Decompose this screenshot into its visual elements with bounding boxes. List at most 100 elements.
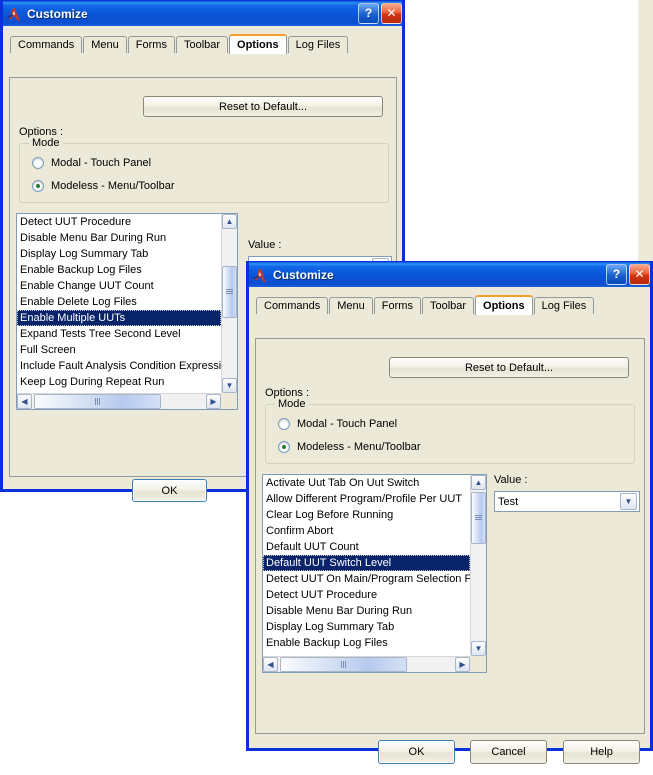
options-listbox[interactable]: Detect UUT Procedure Disable Menu Bar Dur… (16, 213, 238, 410)
scroll-right-icon[interactable]: ▶ (455, 657, 470, 672)
scroll-grip-icon (94, 398, 101, 405)
app-icon (251, 266, 269, 284)
radio-modeless-menu-toolbar[interactable]: Modeless - Menu/Toolbar (278, 441, 421, 453)
tab-options[interactable]: Options (475, 295, 533, 315)
help-glyph: ? (612, 266, 621, 281)
tab-commands[interactable]: Commands (256, 297, 329, 314)
listbox-vertical-scrollbar[interactable]: ▲ ▼ (470, 475, 486, 656)
ok-button[interactable]: OK (378, 740, 455, 764)
horizontal-scroll-thumb[interactable] (34, 394, 161, 409)
list-item[interactable]: Disable Menu Bar During Run (263, 603, 470, 619)
list-item[interactable]: Clear Log Before Running (263, 507, 470, 523)
tab-toolbar[interactable]: Toolbar (421, 297, 475, 314)
cancel-button[interactable]: Cancel (470, 740, 547, 764)
list-item[interactable]: Enable Multiple UUTs (17, 310, 221, 326)
list-item[interactable]: Enable Change UUT Count (17, 278, 221, 294)
list-item-label: Detect UUT Procedure (266, 589, 378, 601)
window1-titlebar[interactable]: Customize ? ✕ (1, 1, 404, 26)
list-item[interactable]: Confirm Abort (263, 523, 470, 539)
help-icon[interactable]: ? (358, 3, 379, 24)
list-item[interactable]: Detect UUT Procedure (263, 587, 470, 603)
window2-options-page: Reset to Default... Options : Mode Modal… (255, 338, 645, 734)
scroll-grip-icon (226, 289, 233, 295)
list-item-label: Enable Backup Log Files (266, 637, 388, 649)
list-item[interactable]: Enable Delete Log Files (17, 294, 221, 310)
value-combobox[interactable]: Test ▼ (494, 491, 640, 512)
list-item[interactable]: Expand Tests Tree Second Level (17, 326, 221, 342)
list-item-label: Default UUT Switch Level (266, 557, 392, 569)
window1-tabstrip: Commands Menu Forms Toolbar Options Log … (9, 33, 396, 54)
list-item[interactable]: Activate Uut Tab On Uut Switch (263, 475, 470, 491)
tab-commands[interactable]: Commands (10, 36, 83, 53)
help-glyph: ? (364, 5, 373, 20)
tab-log-files[interactable]: Log Files (533, 297, 595, 314)
vertical-scroll-thumb[interactable] (222, 266, 237, 318)
horizontal-scroll-thumb[interactable] (280, 657, 407, 672)
cancel-label: Cancel (491, 746, 526, 758)
tab-forms[interactable]: Forms (373, 297, 421, 314)
list-item-label: Disable Menu Bar During Run (20, 232, 167, 244)
reset-to-default-button[interactable]: Reset to Default... (143, 96, 383, 117)
close-glyph: ✕ (386, 5, 397, 20)
close-icon[interactable]: ✕ (381, 3, 402, 24)
ok-button[interactable]: OK (132, 479, 207, 502)
tab-forms[interactable]: Forms (127, 36, 175, 53)
mode-groupbox: Mode Modal - Touch Panel Modeless - Menu… (265, 398, 635, 464)
mode-groupbox-title: Mode (29, 137, 63, 149)
list-item[interactable]: Enable Backup Log Files (17, 262, 221, 278)
tab-toolbar[interactable]: Toolbar (175, 36, 229, 53)
tab-menu[interactable]: Menu (83, 36, 127, 53)
vertical-scroll-thumb[interactable] (471, 492, 486, 544)
scroll-right-icon[interactable]: ▶ (206, 394, 221, 409)
list-item[interactable]: Default UUT Switch Level (263, 555, 470, 571)
list-item-label: Disable Menu Bar During Run (266, 605, 413, 617)
customize-dialog-foreground: Customize ? ✕ Commands Menu Forms Toolba… (246, 261, 653, 764)
scroll-left-icon[interactable]: ◀ (17, 394, 32, 409)
list-item-label: Full Screen (20, 344, 76, 356)
help-icon[interactable]: ? (606, 264, 627, 285)
radio-modal-touch-panel[interactable]: Modal - Touch Panel (32, 157, 151, 169)
scroll-grip-icon (475, 515, 482, 521)
list-item[interactable]: Default UUT Count (263, 539, 470, 555)
reset-to-default-button[interactable]: Reset to Default... (389, 357, 629, 378)
list-item[interactable]: Full Screen (17, 342, 221, 358)
tab-options[interactable]: Options (229, 34, 287, 54)
scroll-down-icon[interactable]: ▼ (471, 641, 486, 656)
listbox-vertical-scrollbar[interactable]: ▲ ▼ (221, 214, 237, 393)
help-button[interactable]: Help (563, 740, 640, 764)
list-item[interactable]: Display Log Summary Tab (263, 619, 470, 635)
tab-log-files[interactable]: Log Files (287, 36, 349, 53)
list-item[interactable]: Display Log Summary Tab (17, 246, 221, 262)
radio-modeless-menu-toolbar[interactable]: Modeless - Menu/Toolbar (32, 180, 175, 192)
list-item[interactable]: Detect UUT Procedure (17, 214, 221, 230)
radio-modal-touch-panel[interactable]: Modal - Touch Panel (278, 418, 397, 430)
tab-menu[interactable]: Menu (329, 297, 373, 314)
reset-label: Reset to Default... (218, 100, 308, 113)
list-item[interactable]: Detect UUT On Main/Program Selection For… (263, 571, 470, 587)
listbox-horizontal-scrollbar[interactable]: ◀ ▶ (17, 393, 221, 409)
list-item[interactable]: Keep Log During Repeat Run (17, 374, 221, 390)
list-item[interactable]: Include Fault Analysis Condition Express… (17, 358, 221, 374)
window2-tabstrip: Commands Menu Forms Toolbar Options Log … (255, 294, 644, 315)
ok-label: OK (408, 746, 425, 758)
window1-titlebar-buttons: ? ✕ (358, 3, 402, 24)
list-item-label: Keep Log During Repeat Run (20, 376, 165, 388)
scroll-down-icon[interactable]: ▼ (222, 378, 237, 393)
window2-titlebar[interactable]: Customize ? ✕ (247, 262, 652, 287)
reset-label: Reset to Default... (464, 361, 554, 374)
scroll-up-icon[interactable]: ▲ (222, 214, 237, 229)
list-item-label: Enable Backup Log Files (20, 264, 142, 276)
list-item[interactable]: Disable Menu Bar During Run (17, 230, 221, 246)
list-item-label: Include Fault Analysis Condition Express… (20, 360, 221, 372)
close-icon[interactable]: ✕ (629, 264, 650, 285)
list-item[interactable]: Allow Different Program/Profile Per UUT (263, 491, 470, 507)
scroll-left-icon[interactable]: ◀ (263, 657, 278, 672)
listbox-horizontal-scrollbar[interactable]: ◀ ▶ (263, 656, 470, 672)
list-item-label: Default UUT Count (266, 541, 359, 553)
options-listbox[interactable]: Activate Uut Tab On Uut Switch Allow Diff… (262, 474, 487, 673)
window2-title: Customize (273, 267, 334, 282)
list-item[interactable]: Enable Backup Log Files (263, 635, 470, 651)
options-list-items: Detect UUT Procedure Disable Menu Bar Dur… (17, 214, 221, 393)
scroll-up-icon[interactable]: ▲ (471, 475, 486, 490)
chevron-down-icon[interactable]: ▼ (620, 493, 637, 510)
